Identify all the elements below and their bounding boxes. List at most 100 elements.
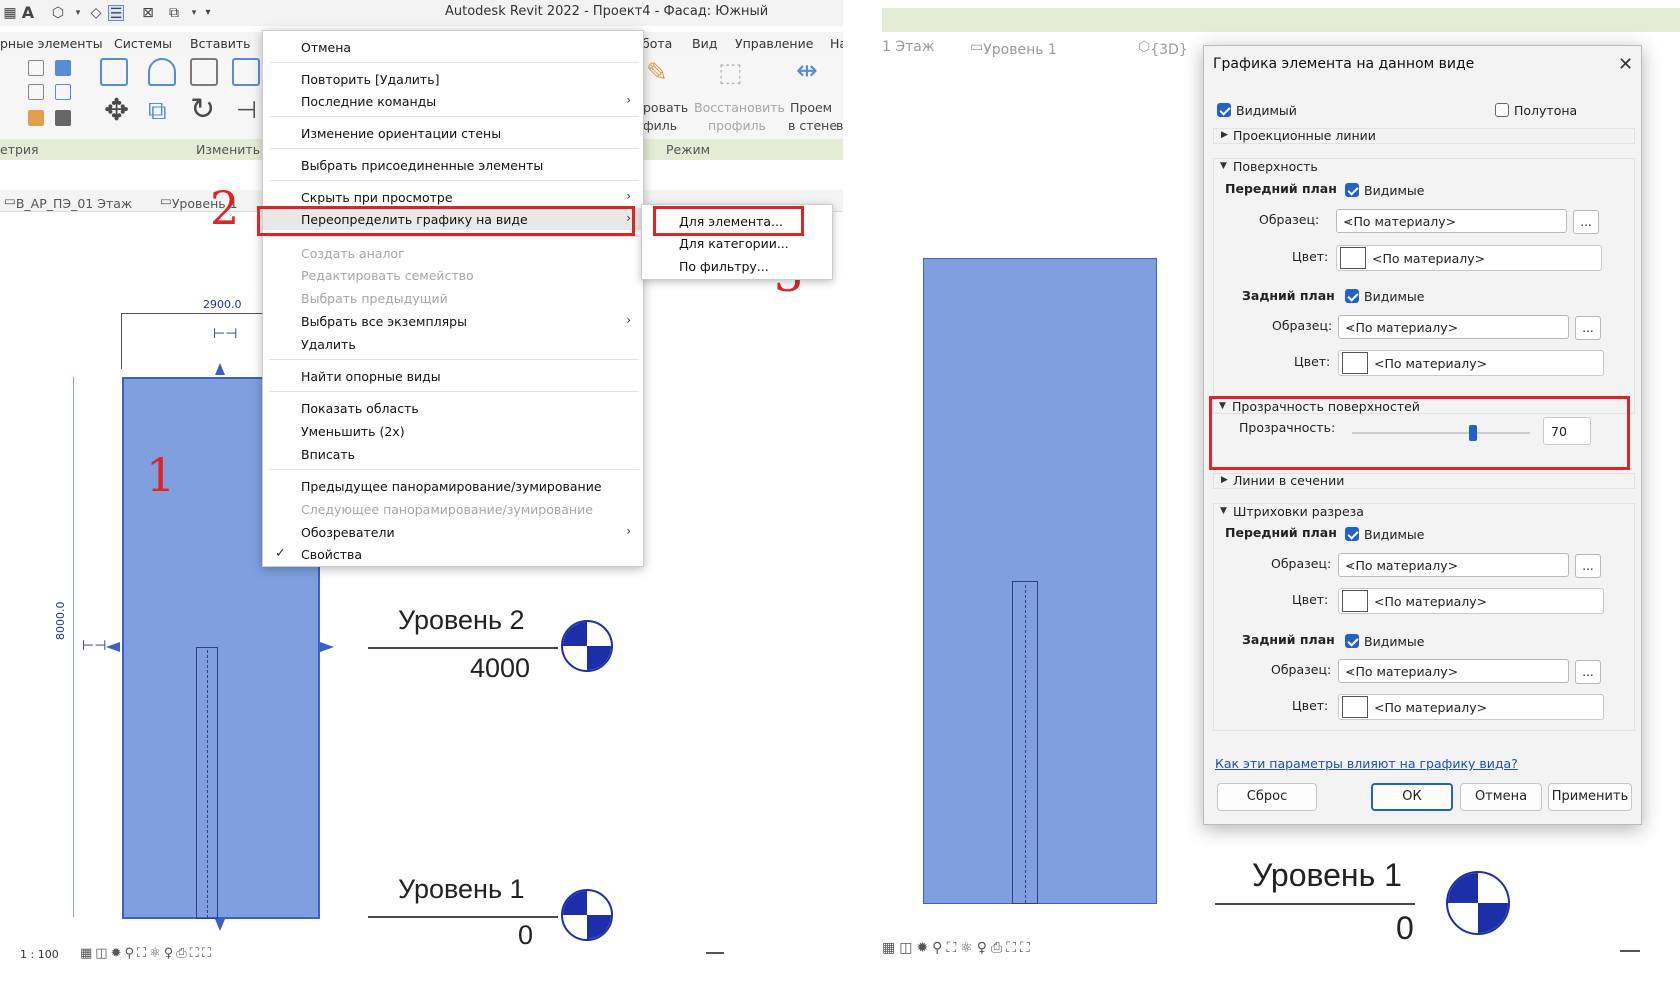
- cut-bg-pattern-select[interactable]: <По материалу> ⌄: [1338, 659, 1569, 683]
- offset-icon[interactable]: [148, 58, 176, 86]
- surface-fg-pattern-select[interactable]: <По материалу> ⌄: [1336, 209, 1567, 233]
- menu-item-find-ref[interactable]: Найти опорные виды: [263, 365, 645, 387]
- tab-level-1[interactable]: ▭ Уровень 1: [970, 39, 1057, 58]
- 3d-view-icon[interactable]: ⬡: [50, 5, 66, 21]
- surface-fg-pattern-more-button[interactable]: ...: [1573, 210, 1599, 234]
- edit-profile-icon[interactable]: ✎: [646, 58, 668, 88]
- split-icon[interactable]: [55, 84, 71, 100]
- cut-icon[interactable]: [28, 84, 44, 100]
- ok-button[interactable]: ОК: [1371, 783, 1453, 811]
- move-icon[interactable]: ✥: [104, 96, 129, 126]
- paint-icon[interactable]: [28, 110, 44, 126]
- level-1-marker-icon[interactable]: [1446, 871, 1510, 935]
- scroll-indicator: [1620, 950, 1640, 952]
- menu-item-properties[interactable]: ✓ Свойства: [263, 543, 645, 565]
- cut-fg-pattern-more-button[interactable]: ...: [1575, 554, 1601, 578]
- menu-item-zoom-region[interactable]: Показать область: [263, 397, 645, 419]
- shape-handle-right[interactable]: [320, 642, 334, 652]
- menu-item-browsers[interactable]: Обозреватели ›: [263, 521, 645, 543]
- customize-icon[interactable]: ▾: [200, 5, 216, 21]
- wall-element[interactable]: [923, 258, 1157, 904]
- surface-bg-pattern-select[interactable]: <По материалу> ⌄: [1338, 315, 1569, 339]
- chevron-down-icon: ⌄: [1345, 663, 1356, 677]
- switch-windows-icon[interactable]: ⧉: [166, 5, 182, 21]
- wall-opening-label-3: в: [836, 118, 843, 133]
- menu-item-zoom-out[interactable]: Уменьшить (2x): [263, 420, 645, 442]
- halftone-checkbox[interactable]: [1495, 103, 1509, 117]
- menu-systems[interactable]: Системы: [114, 36, 172, 51]
- dim-handle-icon[interactable]: ⊢⊣: [213, 326, 237, 342]
- surface-fg-visible-checkbox[interactable]: [1345, 183, 1359, 197]
- level-1-marker-icon[interactable]: [561, 889, 613, 941]
- close-hidden-icon[interactable]: ⊠: [140, 5, 156, 21]
- cancel-button[interactable]: Отмена: [1460, 783, 1542, 811]
- help-link[interactable]: Как эти параметры влияют на графику вида…: [1215, 756, 1518, 771]
- section-cut-lines[interactable]: ▶ Линии в сечении: [1213, 473, 1635, 489]
- cut-fg-visible-checkbox[interactable]: [1345, 527, 1359, 541]
- thin-lines-icon[interactable]: ☰: [108, 5, 124, 22]
- mirror-axis-icon[interactable]: [190, 58, 218, 86]
- shape-handle-top[interactable]: [215, 363, 225, 375]
- scale-value[interactable]: 1 : 100: [20, 948, 59, 961]
- surface-bg-pattern-more-button[interactable]: ...: [1575, 316, 1601, 340]
- cut-patterns-header[interactable]: Штриховки разреза: [1233, 504, 1364, 519]
- submenu-by-category[interactable]: Для категории...: [679, 236, 789, 251]
- surface-bg-visible-checkbox[interactable]: [1345, 289, 1359, 303]
- menu-item-zoom-fit[interactable]: Вписать: [263, 443, 645, 465]
- tab-1-floor[interactable]: 1 Этаж: [882, 39, 934, 55]
- section-projection-lines[interactable]: ▶ Проекционные линии: [1213, 128, 1635, 144]
- align-icon[interactable]: [100, 58, 128, 86]
- shape-handle-left[interactable]: [106, 642, 120, 652]
- text-icon[interactable]: A: [20, 5, 36, 21]
- submenu-by-filter[interactable]: По фильтру...: [679, 259, 769, 274]
- wall-join-icon[interactable]: [55, 110, 71, 126]
- tag-icon[interactable]: ◇: [88, 5, 104, 21]
- menu-item-repeat[interactable]: Повторить [Удалить]: [263, 68, 645, 90]
- menu-item-select-joined[interactable]: Выбрать присоединенные элементы: [263, 154, 645, 176]
- close-icon[interactable]: ✕: [1618, 54, 1633, 75]
- layer-icon[interactable]: ▦: [2, 5, 18, 21]
- menu-item-delete[interactable]: Удалить: [263, 333, 645, 355]
- menu-elements[interactable]: рные элементы: [0, 36, 103, 51]
- level-2-marker-icon[interactable]: [561, 620, 613, 672]
- shape-handle-bottom[interactable]: [215, 919, 225, 931]
- rotate-icon[interactable]: ↻: [190, 94, 215, 126]
- menu-item-select-all[interactable]: Выбрать все экземпляры ›: [263, 310, 645, 332]
- surface-fg-color-field[interactable]: <По материалу>: [1336, 245, 1602, 271]
- menu-work[interactable]: ботa: [642, 36, 672, 51]
- menu-item-flip[interactable]: Изменение ориентации стены: [263, 122, 645, 144]
- copy-icon[interactable]: ⧉: [148, 96, 167, 126]
- menu-more[interactable]: На: [830, 36, 843, 51]
- cut-bg-color-field[interactable]: <По материалу>: [1338, 694, 1604, 720]
- tab-view-1[interactable]: ▭ В_АР_ПЭ_01 Этаж: [4, 193, 132, 211]
- chevron-down-icon[interactable]: ▾: [70, 5, 86, 21]
- geometry-icon[interactable]: [28, 60, 44, 76]
- view-control-icons[interactable]: ▦◫✹⚲⛶⚛♀⎙⛶⛶: [80, 946, 214, 961]
- view-control-icons[interactable]: ▦◫✹⚲⛶⚛♀⎙⛶⛶: [882, 940, 1034, 956]
- menu-item-recent[interactable]: Последние команды ›: [263, 90, 645, 112]
- reset-button[interactable]: Сброс: [1217, 783, 1317, 811]
- mirror-draw-icon[interactable]: [232, 58, 260, 86]
- tab-view-2[interactable]: ▭ Уровень 1: [160, 193, 238, 211]
- menu-item-hide[interactable]: Скрыть при просмотре ›: [263, 186, 645, 208]
- trim-icon[interactable]: ⊣: [236, 94, 257, 126]
- wall-opening-icon[interactable]: ⇹: [796, 56, 818, 86]
- cut-bg-visible-checkbox[interactable]: [1345, 634, 1359, 648]
- tab-3d[interactable]: ⬡ {3D}: [1138, 39, 1188, 58]
- dim-handle-icon[interactable]: ⊢⊣: [82, 638, 106, 654]
- join-icon[interactable]: [55, 60, 71, 76]
- surface-bg-color-field[interactable]: <По материалу>: [1338, 350, 1604, 376]
- menu-insert[interactable]: Вставить: [190, 36, 251, 51]
- visible-checkbox[interactable]: [1217, 103, 1231, 117]
- cut-fg-pattern-select[interactable]: <По материалу> ⌄: [1338, 553, 1569, 577]
- cut-fg-color-field[interactable]: <По материалу>: [1338, 588, 1604, 614]
- apply-button[interactable]: Применить: [1548, 783, 1632, 811]
- menu-item-prev-pan[interactable]: Предыдущее панорамирование/зумирование: [263, 475, 645, 497]
- menu-view[interactable]: Вид: [692, 36, 717, 51]
- cut-bg-pattern-more-button[interactable]: ...: [1575, 660, 1601, 684]
- quick-access-toolbar: ▦ A ⬡ ▾ ◇ ☰ ⊠ ⧉ ▾ ▾ Autodesk Revit 2022 …: [0, 0, 843, 26]
- menu-manage[interactable]: Управление: [735, 36, 813, 51]
- surface-bg-color-label: Цвет:: [1294, 354, 1331, 369]
- menu-item-cancel[interactable]: Отмена: [263, 36, 645, 58]
- surface-header[interactable]: Поверхность: [1233, 159, 1318, 174]
